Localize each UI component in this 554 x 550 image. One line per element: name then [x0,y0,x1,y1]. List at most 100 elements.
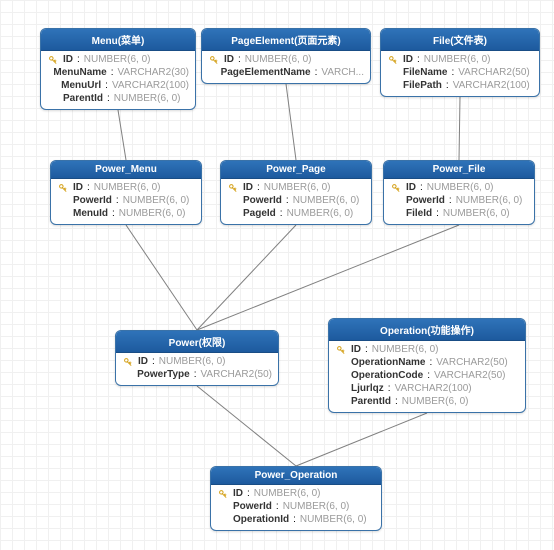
primary-key-icon [388,55,398,65]
column-name: ID [233,488,243,499]
table-body: ID:NUMBER(6, 0)PowerId:NUMBER(6, 0)MenuI… [51,179,201,224]
column-type: VARCHAR2(100) [453,80,530,91]
table-header[interactable]: Power(权限) [116,331,278,353]
column-row: PageId: NUMBER(6, 0) [225,207,367,220]
pk-slot [227,183,239,193]
primary-key-icon [336,345,346,355]
colon: : [395,396,398,407]
primary-key-icon [218,489,228,499]
column-row: FileName:VARCHAR2(50) [385,66,535,79]
table-header[interactable]: Operation(功能操作) [329,319,525,341]
table-body: ID:NUMBER(6, 0)PowerId:NUMBER(6, 0)Opera… [211,485,381,530]
column-row: MenuUrl:VARCHAR2(100) [45,79,191,92]
column-name: ID [351,344,361,355]
table-header[interactable]: Power_File [384,161,534,179]
table-power_page[interactable]: Power_PageID:NUMBER(6, 0)PowerId:NUMBER(… [220,160,372,225]
table-power[interactable]: Power(权限) ID:NUMBER(6, 0)PowerType: VARCHA… [115,330,279,386]
column-row: FilePath:VARCHAR2(100) [385,79,535,92]
colon: : [315,67,318,78]
column-type: NUMBER(6, 0) [287,208,354,219]
column-row: OperationId:NUMBER(6, 0) [215,513,377,526]
column-name: OperationCode [351,370,423,381]
column-row: OperationName:VARCHAR2(50) [333,356,521,369]
table-power_file[interactable]: Power_FileID:NUMBER(6, 0)PowerId:NUMBER(… [383,160,535,225]
column-type: NUMBER(6, 0) [245,54,312,65]
column-name: PowerType [137,369,190,380]
column-row: PageElementName:VARCH... [206,66,366,79]
column-type: NUMBER(6, 0) [94,182,161,193]
column-name: FileId [406,208,432,219]
column-type: NUMBER(6, 0) [300,514,367,525]
column-name: ID [224,54,234,65]
table-operation[interactable]: Operation(功能操作)ID:NUMBER(6, 0)OperationN… [328,318,526,413]
table-header[interactable]: File(文件表) [381,29,539,51]
table-file[interactable]: File(文件表)ID:NUMBER(6, 0)FileName:VARCHAR… [380,28,540,97]
colon: : [417,54,420,65]
column-row: ParentId:NUMBER(6, 0) [333,395,521,408]
colon: : [247,488,250,499]
column-name: ID [403,54,413,65]
table-header[interactable]: Power_Menu [51,161,201,179]
column-row: Ljurlqz:VARCHAR2(100) [333,382,521,395]
column-row: PowerType: VARCHAR2(50) [120,368,274,381]
column-row: PowerId:NUMBER(6, 0) [55,194,197,207]
column-name: ID [63,54,73,65]
colon: : [194,369,197,380]
column-name: ID [243,182,253,193]
connector [118,110,126,160]
primary-key-icon [209,55,219,65]
connector [459,97,460,160]
primary-key-icon [391,183,401,193]
pk-slot [387,55,399,65]
table-header[interactable]: PageElement(页面元素) [202,29,370,51]
connector [126,225,197,330]
column-name: ID [73,182,83,193]
colon: : [449,195,452,206]
colon: : [451,67,454,78]
table-header[interactable]: Menu(菜单) [41,29,195,51]
column-name: PageId [243,208,276,219]
column-type: VARCHAR2(100) [395,383,472,394]
column-row: ID:NUMBER(6, 0) [120,355,274,368]
column-name: ParentId [63,93,103,104]
column-name: OperationName [351,357,425,368]
column-type: NUMBER(6, 0) [123,195,190,206]
column-name: MenuId [73,208,108,219]
connector [197,225,296,330]
column-type: VARCHAR2(50) [201,369,273,380]
column-row: MenuName:VARCHAR2(30) [45,66,191,79]
colon: : [286,195,289,206]
column-type: VARCHAR2(30) [118,67,190,78]
column-row: ID:NUMBER(6, 0) [225,181,367,194]
column-row: MenuId:NUMBER(6, 0) [55,207,197,220]
table-header[interactable]: Power_Operation [211,467,381,485]
table-body: ID:NUMBER(6, 0)PowerId:NUMBER(6, 0)PageI… [221,179,371,224]
pk-slot [57,183,69,193]
column-name: PowerId [73,195,112,206]
primary-key-icon [228,183,238,193]
pk-slot [208,55,220,65]
column-type: VARCHAR2(50) [458,67,530,78]
table-power_operation[interactable]: Power_OperationID:NUMBER(6, 0)PowerId:NU… [210,466,382,531]
table-pageelement[interactable]: PageElement(页面元素) ID:NUMBER(6, 0)PageElem… [201,28,371,84]
colon: : [257,182,260,193]
colon: : [107,93,110,104]
table-header[interactable]: Power_Page [221,161,371,179]
table-body: ID:NUMBER(6, 0)OperationName:VARCHAR2(50… [329,341,525,412]
column-type: NUMBER(6, 0) [119,208,186,219]
connector [296,413,427,466]
column-type: NUMBER(6, 0) [443,208,510,219]
colon: : [429,357,432,368]
colon: : [280,208,283,219]
primary-key-icon [58,183,68,193]
table-menu[interactable]: Menu(菜单)ID:NUMBER(6, 0)MenuName:VARCHAR2… [40,28,196,110]
column-row: ParentId:NUMBER(6, 0) [45,92,191,105]
colon: : [276,501,279,512]
column-type: NUMBER(6, 0) [456,195,523,206]
column-type: VARCHAR2(100) [112,80,189,91]
table-body: ID:NUMBER(6, 0)MenuName:VARCHAR2(30)Menu… [41,51,195,109]
table-power_menu[interactable]: Power_MenuID:NUMBER(6, 0)PowerId:NUMBER(… [50,160,202,225]
column-row: FileId:NUMBER(6, 0) [388,207,530,220]
column-type: VARCHAR2(50) [434,370,506,381]
column-type: NUMBER(6, 0) [254,488,321,499]
